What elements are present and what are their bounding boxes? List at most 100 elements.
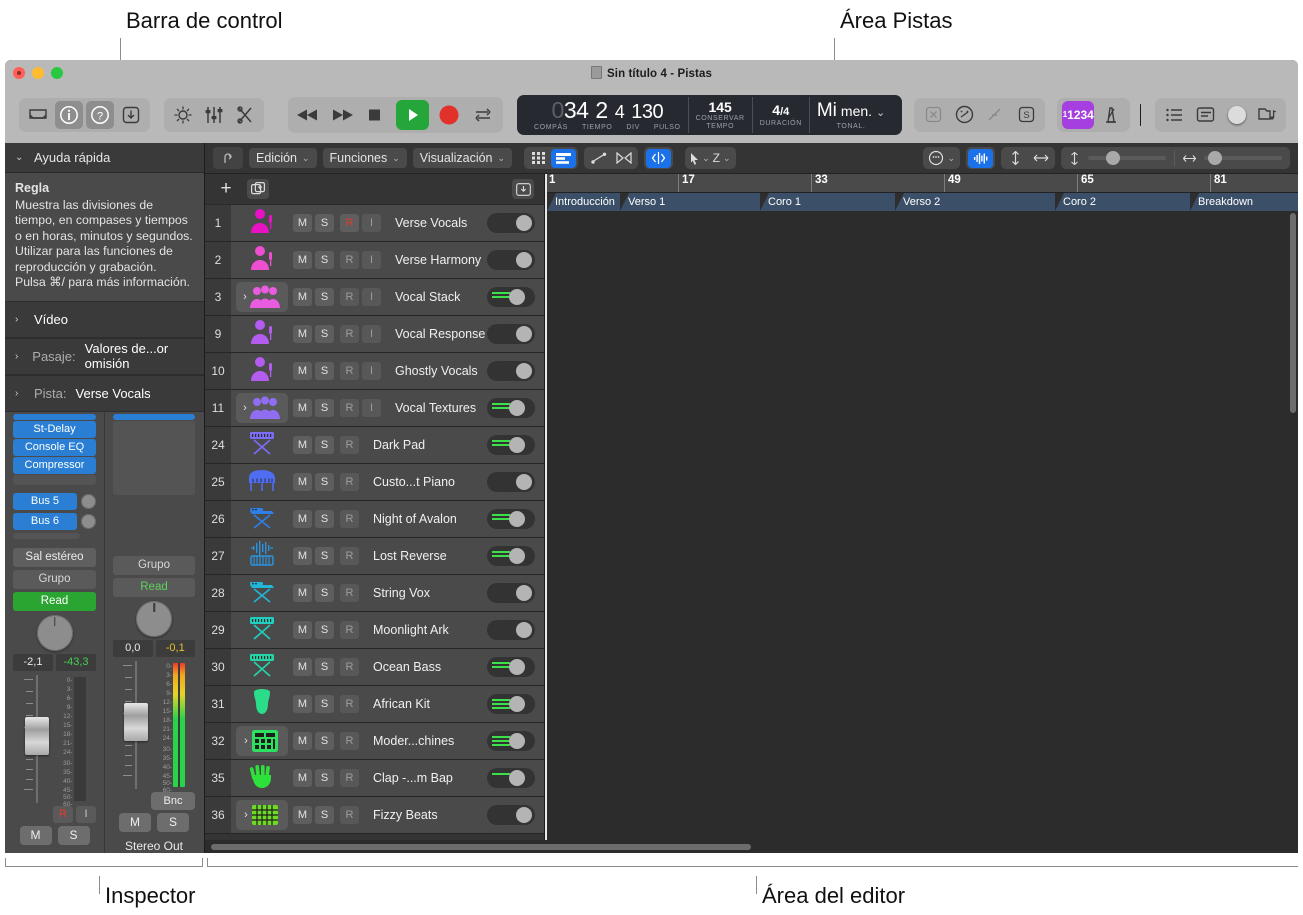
automation-mode-button[interactable]: Read <box>13 592 96 611</box>
mute-button[interactable]: M <box>293 510 312 528</box>
track-view-icon[interactable] <box>551 149 576 168</box>
track-stack-toggle[interactable]: › <box>236 282 288 312</box>
mute-button[interactable]: M <box>293 547 312 565</box>
volume-handle[interactable] <box>509 770 525 786</box>
track-volume-slider[interactable] <box>487 472 535 492</box>
solo-button[interactable]: S <box>315 436 334 454</box>
record-enable-button[interactable]: R <box>340 325 359 343</box>
record-enable-button[interactable]: R <box>340 584 359 602</box>
volume-handle[interactable] <box>516 807 532 823</box>
toolbar-icon[interactable] <box>117 101 145 129</box>
pointer-tool-icon[interactable]: ⌄ <box>690 149 710 168</box>
volume-fader[interactable] <box>24 675 50 803</box>
track-row[interactable]: 35 M S R Clap -...m Bap <box>205 760 544 797</box>
mute-button[interactable]: M <box>293 473 312 491</box>
ruler-tick[interactable]: 65 <box>1077 174 1094 192</box>
track-icon-cell[interactable] <box>231 355 293 388</box>
varispeed-icon[interactable] <box>981 101 1009 129</box>
output-slot[interactable]: Sal estéreo <box>13 548 96 567</box>
track-row[interactable]: 24 M S R Dark Pad <box>205 427 544 464</box>
vertical-scrollbar[interactable] <box>1289 213 1297 826</box>
track-icon-cell[interactable] <box>231 615 293 646</box>
track-name[interactable]: Fizzy Beats <box>359 808 487 822</box>
track-stack-icon[interactable] <box>512 179 534 199</box>
mute-button[interactable]: M <box>293 362 312 380</box>
volume-value[interactable]: -43,3 <box>56 654 96 671</box>
send-knob[interactable] <box>81 494 96 509</box>
input-monitor-button[interactable]: I <box>76 806 96 823</box>
ruler-tick[interactable]: 81 <box>1210 174 1227 192</box>
region-options-icon[interactable]: ⌄ <box>925 149 958 168</box>
bounce-button[interactable]: Bnc <box>151 792 195 810</box>
volume-handle[interactable] <box>516 326 532 342</box>
volume-handle[interactable] <box>509 437 525 453</box>
input-monitor-button[interactable]: I <box>362 288 381 306</box>
record-enable-button[interactable]: R <box>340 547 359 565</box>
automation-icon[interactable] <box>586 149 611 168</box>
volume-handle[interactable] <box>516 363 532 379</box>
minimize-button[interactable] <box>32 67 44 79</box>
record-enable-button[interactable]: R <box>53 806 73 823</box>
lcd-time-signature[interactable]: 4/4 DURACIÓN <box>752 97 809 133</box>
track-row[interactable]: 26 M S R Night of Avalon <box>205 501 544 538</box>
quick-help-header[interactable]: ⌄ Ayuda rápida <box>5 143 204 173</box>
mute-button[interactable]: M <box>293 584 312 602</box>
tuner-icon[interactable] <box>950 101 978 129</box>
arrangement-marker[interactable]: Verso 2 <box>895 193 1055 211</box>
mute-button[interactable]: M <box>293 806 312 824</box>
ruler[interactable]: 11733496581 <box>545 174 1298 193</box>
input-monitor-button[interactable]: I <box>362 399 381 417</box>
mute-button[interactable]: M <box>293 732 312 750</box>
forward-icon[interactable] <box>328 101 356 129</box>
track-volume-slider[interactable] <box>487 213 535 233</box>
solo-button[interactable]: S <box>315 473 334 491</box>
ruler-tick[interactable]: 49 <box>944 174 961 192</box>
master-volume-knob[interactable] <box>1228 106 1246 124</box>
track-icon-cell[interactable] <box>231 540 293 573</box>
lcd-key[interactable]: Mi men. ⌄ TONAL. <box>809 97 892 133</box>
track-row[interactable]: 31 M S R African Kit <box>205 686 544 723</box>
track-volume-slider[interactable] <box>487 287 535 307</box>
volume-handle[interactable] <box>516 215 532 231</box>
track-name[interactable]: Ghostly Vocals <box>381 364 487 378</box>
volume-handle[interactable] <box>509 511 525 527</box>
send-slot[interactable]: Bus 5 <box>13 493 77 510</box>
track-row[interactable]: 9 M S R I Vocal Response <box>205 316 544 353</box>
mute-button[interactable]: M <box>293 436 312 454</box>
track-name[interactable]: Clap -...m Bap <box>359 771 487 785</box>
solo-button[interactable]: S <box>315 510 334 528</box>
zoom-horizontal-slider[interactable] <box>1204 156 1282 160</box>
low-latency-icon[interactable] <box>919 101 947 129</box>
solo-button[interactable]: S <box>315 658 334 676</box>
mute-button[interactable]: M <box>293 621 312 639</box>
snap-icon[interactable] <box>646 149 671 168</box>
record-enable-button[interactable]: R <box>340 399 359 417</box>
record-enable-button[interactable]: R <box>340 695 359 713</box>
track-volume-slider[interactable] <box>487 731 535 751</box>
automation-mode-button[interactable]: Read <box>113 578 195 597</box>
volume-handle[interactable] <box>509 400 525 416</box>
zoom-tool-icon[interactable]: Z ⌄ <box>713 149 731 168</box>
track-row[interactable]: 11 › M S R I Vocal Textures <box>205 390 544 427</box>
lcd-tempo[interactable]: 145 CONSERVAR TEMPO <box>688 97 752 133</box>
smart-controls-icon[interactable] <box>169 101 197 129</box>
track-name[interactable]: Moder...chines <box>359 734 487 748</box>
inspector-section-track[interactable]: › Pista: Verse Vocals <box>5 375 204 412</box>
send-knob[interactable] <box>81 514 96 529</box>
play-icon[interactable] <box>396 100 429 130</box>
insert-slot[interactable]: Compressor <box>13 457 96 474</box>
record-enable-button[interactable]: R <box>340 769 359 787</box>
pan-knob[interactable] <box>136 601 172 637</box>
track-icon-cell[interactable]: › <box>231 800 293 830</box>
volume-handle[interactable] <box>516 474 532 490</box>
solo-button[interactable]: S <box>315 547 334 565</box>
group-slot[interactable]: Grupo <box>13 570 96 589</box>
solo-button[interactable]: S <box>315 362 334 380</box>
volume-handle[interactable] <box>509 696 525 712</box>
waveform-icon[interactable] <box>968 149 993 168</box>
track-row[interactable]: 27 M S R Lost Reverse <box>205 538 544 575</box>
duplicate-track-icon[interactable] <box>247 179 269 199</box>
record-enable-button[interactable]: R <box>340 621 359 639</box>
track-volume-slider[interactable] <box>487 694 535 714</box>
track-row[interactable]: 29 M S R Moonlight Ark <box>205 612 544 649</box>
